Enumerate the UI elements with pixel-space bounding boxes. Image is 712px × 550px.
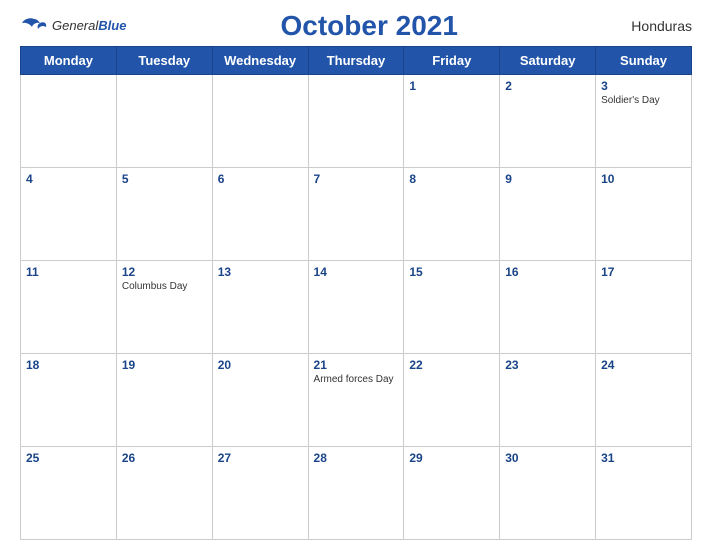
holiday-name: Columbus Day [122,281,207,293]
calendar-day-cell: 12 Columbus Day [116,261,212,354]
logo: GeneralBlue [20,15,126,37]
day-number: 27 [218,451,303,465]
day-number: 23 [505,358,590,372]
logo-general-text: GeneralBlue [52,17,126,35]
day-number: 6 [218,172,303,186]
day-number: 20 [218,358,303,372]
day-number: 10 [601,172,686,186]
header-thursday: Thursday [308,47,404,75]
holiday-name: Armed forces Day [314,374,399,386]
calendar-week-row: 11 12 Columbus Day 13 14 15 16 17 [21,261,692,354]
header-friday: Friday [404,47,500,75]
day-number: 1 [409,79,494,93]
day-number: 2 [505,79,590,93]
calendar-week-row: 123 Soldier's Day [21,75,692,168]
day-number: 22 [409,358,494,372]
calendar-day-cell: 17 [596,261,692,354]
calendar-day-cell: 29 [404,447,500,540]
header-tuesday: Tuesday [116,47,212,75]
calendar-day-cell: 6 [212,168,308,261]
calendar-day-cell: 28 [308,447,404,540]
header-monday: Monday [21,47,117,75]
calendar-day-cell: 21 Armed forces Day [308,354,404,447]
calendar-day-cell: 31 [596,447,692,540]
day-number: 7 [314,172,399,186]
day-number: 4 [26,172,111,186]
calendar-body: 123Soldier's Day456789101112Columbus Day… [21,75,692,540]
day-number: 29 [409,451,494,465]
calendar-day-cell: 14 [308,261,404,354]
day-number: 25 [26,451,111,465]
calendar-day-cell [212,75,308,168]
calendar-day-cell: 13 [212,261,308,354]
header-wednesday: Wednesday [212,47,308,75]
calendar-day-cell [116,75,212,168]
calendar-day-cell: 9 [500,168,596,261]
calendar-table: Monday Tuesday Wednesday Thursday Friday… [20,46,692,540]
day-number: 14 [314,265,399,279]
calendar-day-cell: 30 [500,447,596,540]
day-number: 28 [314,451,399,465]
header-sunday: Sunday [596,47,692,75]
calendar-day-cell: 16 [500,261,596,354]
calendar-day-cell: 11 [21,261,117,354]
calendar-day-cell: 4 [21,168,117,261]
calendar-day-cell: 5 [116,168,212,261]
calendar-day-cell: 8 [404,168,500,261]
calendar-header: GeneralBlue October 2021 Honduras [20,10,692,42]
day-number: 15 [409,265,494,279]
calendar-day-cell: 27 [212,447,308,540]
calendar-day-cell: 2 [500,75,596,168]
calendar-day-cell: 26 [116,447,212,540]
country-name: Honduras [612,18,692,34]
header-saturday: Saturday [500,47,596,75]
calendar-day-cell: 24 [596,354,692,447]
day-number: 17 [601,265,686,279]
day-number: 21 [314,358,399,372]
day-number: 18 [26,358,111,372]
day-number: 3 [601,79,686,93]
day-number: 16 [505,265,590,279]
day-number: 13 [218,265,303,279]
calendar-day-cell: 7 [308,168,404,261]
day-number: 30 [505,451,590,465]
day-number: 24 [601,358,686,372]
calendar-week-row: 456789 10 [21,168,692,261]
calendar-day-cell: 25 [21,447,117,540]
calendar-day-cell [308,75,404,168]
calendar-day-cell [21,75,117,168]
holiday-name: Soldier's Day [601,95,686,107]
logo-bird-icon [20,15,48,37]
day-number: 12 [122,265,207,279]
day-number: 31 [601,451,686,465]
calendar-day-cell: 1 [404,75,500,168]
calendar-day-cell: 10 [596,168,692,261]
day-number: 8 [409,172,494,186]
calendar-day-cell: 19 [116,354,212,447]
calendar-day-cell: 3 Soldier's Day [596,75,692,168]
calendar-day-cell: 20 [212,354,308,447]
day-number: 19 [122,358,207,372]
day-number: 5 [122,172,207,186]
day-number: 11 [26,265,111,279]
calendar-day-cell: 23 [500,354,596,447]
calendar-week-row: 18 19 20 21 Armed forces Day 22 23 24 [21,354,692,447]
weekday-header-row: Monday Tuesday Wednesday Thursday Friday… [21,47,692,75]
calendar-day-cell: 18 [21,354,117,447]
calendar-day-cell: 15 [404,261,500,354]
calendar-week-row: 25 26 27 28 29 30 31 [21,447,692,540]
day-number: 26 [122,451,207,465]
day-number: 9 [505,172,590,186]
calendar-title: October 2021 [126,10,612,42]
calendar-day-cell: 22 [404,354,500,447]
